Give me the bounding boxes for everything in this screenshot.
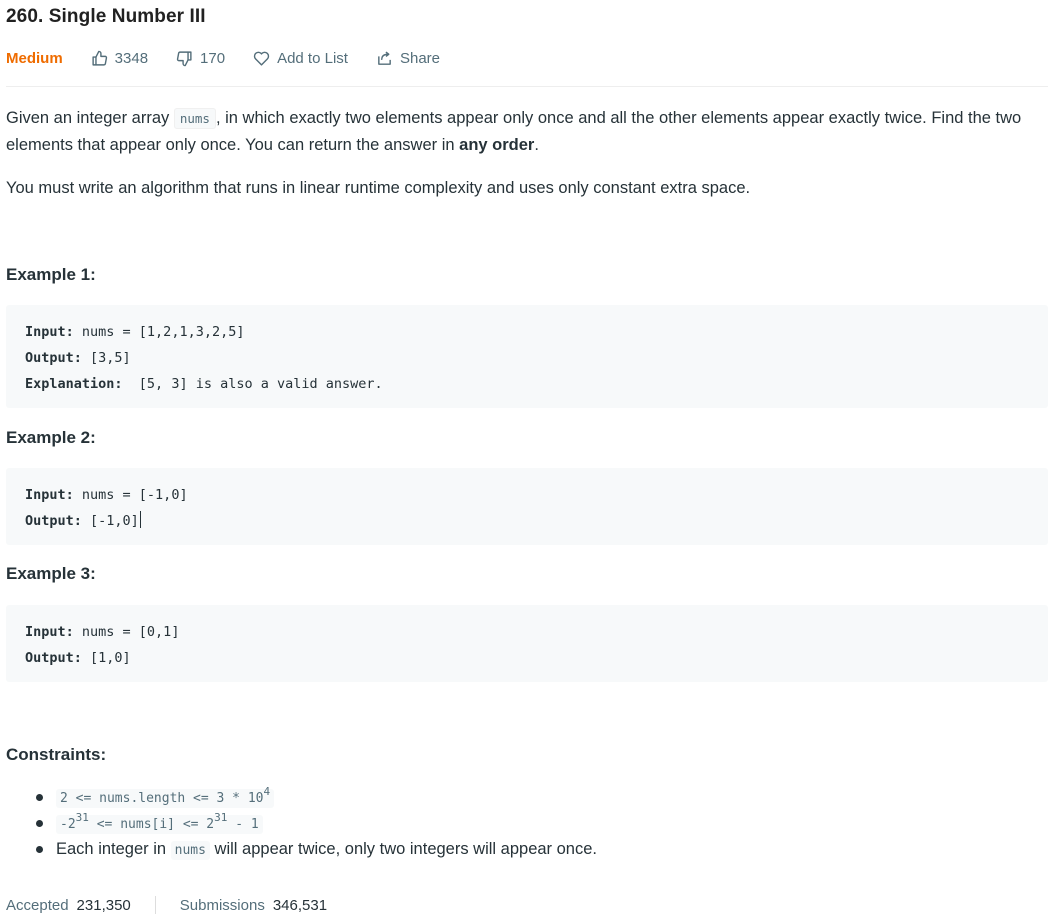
problem-title: 260. Single Number III [6, 6, 206, 27]
heart-icon [253, 51, 270, 66]
header-divider [6, 86, 1048, 87]
constraint-item: -231 <= nums[i] <= 231 - 1 [36, 810, 597, 836]
constraint-code-text: -2 [60, 817, 76, 832]
example-output: [-1,0] [81, 513, 139, 529]
submissions-label: Submissions [179, 896, 265, 914]
constraint-code-text: 2 <= nums.length <= 3 * 10 [60, 791, 264, 806]
description-paragraph-2: You must write an algorithm that runs in… [6, 179, 751, 197]
description-emphasis: any order [459, 136, 535, 154]
example-1-heading: Example 1: [6, 265, 96, 284]
constraint-item: 2 <= nums.length <= 3 * 104 [36, 784, 597, 810]
description-text: . [534, 136, 539, 154]
example-explanation: [5, 3] is also a valid answer. [122, 376, 383, 392]
inline-code-nums: nums [173, 108, 216, 129]
example-output: [1,0] [81, 650, 131, 666]
difficulty-badge: Medium [6, 49, 63, 67]
example-3-heading: Example 3: [6, 564, 96, 583]
constraints-heading: Constraints: [6, 745, 107, 764]
share-icon [378, 51, 391, 65]
constraint-text: Each integer in [56, 840, 171, 858]
like-count: 3348 [114, 49, 149, 67]
output-label: Output: [25, 650, 82, 666]
accepted-label: Accepted [6, 896, 69, 914]
constraints-list: 2 <= nums.length <= 3 * 104 -231 <= nums… [6, 784, 597, 862]
stats-divider [154, 896, 156, 914]
like-button[interactable]: 3348 [91, 50, 148, 67]
constraint-code-text: <= nums[i] <= 2 [88, 817, 215, 832]
example-output: [3,5] [81, 350, 131, 366]
output-label: Output: [25, 350, 82, 366]
example-input: nums = [-1,0] [73, 487, 188, 503]
submission-stats: Accepted 231,350 Submissions 346,531 [6, 896, 327, 914]
text-cursor [139, 511, 141, 528]
constraint-exponent: 31 [214, 811, 228, 824]
thumbs-up-icon [92, 50, 107, 66]
example-input: nums = [1,2,1,3,2,5] [73, 324, 245, 340]
output-label: Output: [25, 513, 82, 529]
inline-code-nums: nums [170, 841, 210, 860]
explanation-label: Explanation: [25, 376, 123, 392]
problem-meta-bar: Medium 3348 170 Add to List Share [6, 47, 468, 69]
dislike-button[interactable]: 170 [176, 50, 225, 67]
thumbs-down-icon [176, 50, 192, 66]
constraint-exponent: 4 [263, 785, 271, 798]
dislike-count: 170 [200, 49, 226, 67]
description-paragraph-1: Given an integer array nums, in which ex… [6, 105, 1044, 158]
constraint-code-text: - 1 [227, 817, 259, 832]
example-1-block: Input: nums = [1,2,1,3,2,5] Output: [3,5… [6, 305, 1048, 408]
add-to-list-label: Add to List [277, 49, 348, 67]
example-input: nums = [0,1] [73, 624, 180, 640]
example-2-block: Input: nums = [-1,0] Output: [-1,0] [6, 468, 1048, 545]
accepted-value: 231,350 [76, 896, 131, 914]
constraint-exponent: 31 [75, 811, 89, 824]
problem-page: 260. Single Number III Medium 3348 170 A… [0, 0, 1048, 919]
constraint-code: -231 <= nums[i] <= 231 - 1 [56, 812, 263, 834]
submissions-value: 346,531 [272, 896, 328, 914]
input-label: Input: [25, 624, 74, 640]
share-button[interactable]: Share [376, 50, 440, 67]
description-text: Given an integer array [6, 109, 174, 127]
constraint-item: Each integer in nums will appear twice, … [36, 836, 597, 862]
example-3-block: Input: nums = [0,1] Output: [1,0] [6, 605, 1048, 682]
share-label: Share [399, 49, 440, 67]
constraint-code: 2 <= nums.length <= 3 * 104 [56, 786, 275, 808]
constraint-text: will appear twice, only two integers wil… [209, 840, 597, 858]
add-to-list-button[interactable]: Add to List [253, 50, 348, 67]
input-label: Input: [25, 487, 74, 503]
example-2-heading: Example 2: [6, 428, 96, 447]
input-label: Input: [25, 324, 74, 340]
